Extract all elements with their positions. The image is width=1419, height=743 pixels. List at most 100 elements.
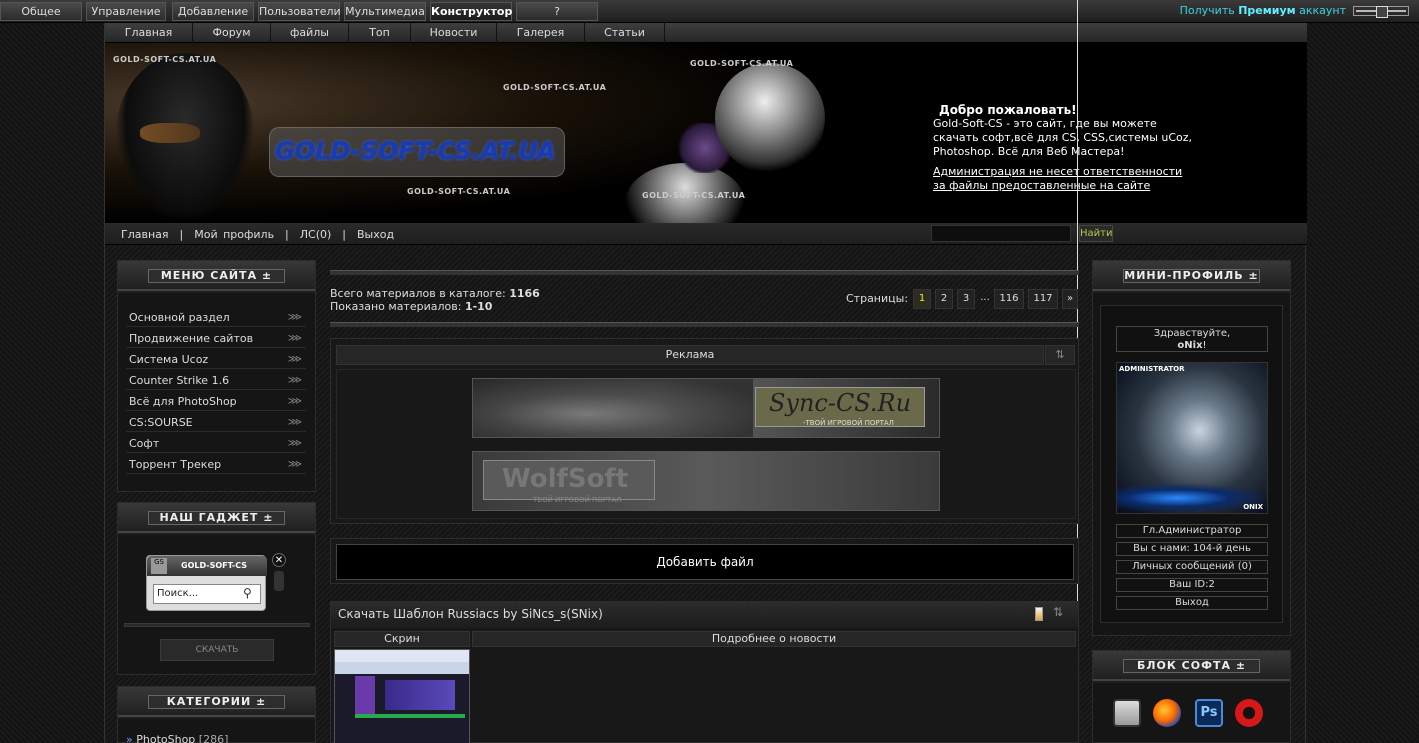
menu-item-torrent[interactable]: Торрент Трекер ⋙ [126, 455, 306, 474]
opera-icon[interactable] [1235, 699, 1263, 727]
premium-pre: Получить [1179, 4, 1239, 17]
center-divider [330, 270, 1079, 275]
firefox-icon[interactable] [1153, 699, 1181, 727]
menu-item-cs16[interactable]: Counter Strike 1.6 ⋙ [126, 371, 306, 390]
menu-item-photoshop[interactable]: Всё для PhotoShop ⋙ [126, 392, 306, 411]
page-2[interactable]: 2 [935, 289, 953, 309]
disclaimer-link[interactable]: Администрация не несет ответственности з… [933, 165, 1193, 193]
menu-item-soft[interactable]: Софт ⋙ [126, 434, 306, 453]
sort-icon[interactable]: ⇅ [1045, 345, 1075, 365]
profile-logout-link[interactable]: Выход [1116, 596, 1268, 610]
user-days: Вы с нами: 104-й день [1116, 542, 1268, 556]
page-1[interactable]: 1 [913, 289, 931, 309]
page-116[interactable]: 116 [994, 289, 1024, 309]
screenshot-figure [355, 676, 375, 716]
admin-tab-add[interactable]: Добавление [172, 2, 254, 21]
premium-link[interactable]: Получить Премиум аккаунт [1180, 4, 1346, 17]
mini-profile-title[interactable]: МИНИ-ПРОФИЛЬ ± [1123, 269, 1260, 283]
catalog-total: Всего материалов в каталоге: 1166 [330, 287, 540, 300]
screenshot-menu [355, 714, 465, 718]
column-screen: Скрин [334, 631, 470, 647]
save-disk-icon[interactable] [1113, 699, 1141, 727]
nav-top[interactable]: Топ [349, 23, 411, 43]
page-117[interactable]: 117 [1028, 289, 1058, 309]
admin-tab-constructor[interactable]: Конструктор [430, 2, 512, 21]
nav-articles[interactable]: Статьи [585, 23, 665, 43]
soft-title[interactable]: БЛОК СОФТА ± [1123, 659, 1260, 673]
opacity-slider[interactable] [1353, 6, 1409, 18]
gadget-download-button[interactable]: СКАЧАТЬ [160, 639, 274, 661]
arrow-icon: ⋙ [287, 459, 302, 470]
categories-body: » PhotoShop [286] [118, 719, 315, 743]
categories-header: КАТЕГОРИИ ± [118, 687, 315, 717]
menu-item-promo[interactable]: Продвижение сайтов ⋙ [126, 329, 306, 348]
banner-watermark: GOLD-SOFT-CS.AT.UA [690, 59, 794, 68]
menu-item-css[interactable]: CS:SOURSE ⋙ [126, 413, 306, 432]
admin-tab-help[interactable]: ? [516, 2, 598, 21]
ads-title: Реклама [336, 345, 1044, 365]
site-header: GOLD-SOFT-CS.AT.UA GOLD-SOFT-CS.AT.UA GO… [105, 43, 1307, 223]
username[interactable]: oNix [1177, 340, 1202, 351]
page-3[interactable]: 3 [957, 289, 975, 309]
gadget-title[interactable]: НАШ ГАДЖЕТ ± [148, 511, 285, 525]
admin-tab-multimedia[interactable]: Мультимедиа [344, 2, 426, 21]
banner-watermark: GOLD-SOFT-CS.AT.UA [642, 191, 746, 200]
arrow-icon: ⋙ [287, 333, 302, 344]
site-menu-block: МЕНЮ САЙТА ± Основной раздел ⋙ Продвижени… [117, 260, 316, 492]
nav-files[interactable]: файлы [271, 23, 349, 43]
nav-forum[interactable]: Форум [193, 23, 271, 43]
site-search-input[interactable] [931, 225, 1071, 242]
userbar-messages-link[interactable]: ЛС(0) [300, 228, 332, 241]
gadget-widget: GS GOLD-SOFT-CS Поиск... ⚲ [146, 555, 267, 611]
mini-profile-body: Здравствуйте, oNix! ADMINISTRATOR ONIX Г… [1093, 293, 1290, 635]
site-logo[interactable]: GOLD-SOFT-CS.AT.UA [275, 137, 555, 165]
arrow-icon: ⋙ [287, 417, 302, 428]
user-links: Главная | Мой профиль | ЛС(0) | Выход [121, 228, 395, 241]
file-icon[interactable] [1035, 607, 1043, 621]
avatar[interactable]: ADMINISTRATOR ONIX [1116, 362, 1268, 514]
menu-item-label: Всё для PhotoShop [129, 395, 237, 408]
search-icon[interactable]: ⚲ [243, 586, 252, 600]
post-title[interactable]: Скачать Шаблон Russiacs by SiNcs_s(SNix) [338, 607, 603, 621]
menu-item-ucoz[interactable]: Система Ucoz ⋙ [126, 350, 306, 369]
premium-bold: Премиум [1238, 4, 1296, 17]
gadget-header: НАШ ГАДЖЕТ ± [118, 503, 315, 533]
ad-wolfsoft-logo: WolfSoft [483, 460, 655, 500]
grip-icon[interactable] [274, 571, 284, 591]
add-file-button[interactable]: Добавить файл [336, 544, 1074, 580]
userbar-logout-link[interactable]: Выход [357, 228, 394, 241]
arrow-icon: ⋙ [287, 312, 302, 323]
admin-bar: Общее Управление Добавление Пользователи… [0, 0, 1419, 23]
gadget-name: GOLD-SOFT-CS [181, 561, 247, 570]
userbar-home-link[interactable]: Главная [121, 228, 169, 241]
userbar-profile-link[interactable]: Мой профиль [194, 228, 274, 241]
ad-car-art [473, 379, 753, 437]
nav-news[interactable]: Новости [411, 23, 497, 43]
menu-item-main[interactable]: Основной раздел ⋙ [126, 308, 306, 327]
category-item[interactable]: » PhotoShop [286] [126, 733, 228, 743]
sort-icon[interactable]: ⇅ [1053, 605, 1063, 619]
arrow-icon: ⋙ [287, 375, 302, 386]
ad-banner-wolfsoft[interactable]: WolfSoft ТВОЙ ИГРОВОЙ ПОРТАЛ [472, 451, 940, 511]
post-screenshot[interactable] [334, 649, 470, 743]
admin-tab-users[interactable]: Пользователи [258, 2, 341, 21]
mini-profile-header: МИНИ-ПРОФИЛЬ ± [1093, 261, 1290, 291]
screenshot-toolbar [335, 650, 469, 662]
page-next[interactable]: » [1062, 289, 1078, 309]
photoshop-icon[interactable]: Ps [1195, 699, 1223, 727]
site-search-button[interactable]: Найти [1079, 225, 1113, 242]
nav-home[interactable]: Главная [105, 23, 193, 43]
admin-tab-manage[interactable]: Управление [86, 2, 166, 21]
ad-sync-sub: -ТВОЙ ИГРОВОЙ ПОРТАЛ [803, 419, 894, 427]
ad-banner-sync[interactable]: Sync-CS.Ru -ТВОЙ ИГРОВОЙ ПОРТАЛ [472, 378, 940, 438]
greeting-user: oNix! [1177, 340, 1207, 351]
categories-title[interactable]: КАТЕГОРИИ ± [148, 695, 285, 709]
admin-tab-general[interactable]: Общее [0, 2, 82, 21]
site-menu-title[interactable]: МЕНЮ САЙТА ± [148, 269, 285, 283]
category-label: PhotoShop [136, 733, 196, 743]
gadget-divider [124, 623, 310, 627]
nav-gallery[interactable]: Галерея [497, 23, 585, 43]
close-icon[interactable]: ✕ [272, 553, 286, 567]
profile-card: Здравствуйте, oNix! ADMINISTRATOR ONIX Г… [1100, 305, 1283, 623]
private-messages-link[interactable]: Личных сообщений (0) [1116, 560, 1268, 574]
